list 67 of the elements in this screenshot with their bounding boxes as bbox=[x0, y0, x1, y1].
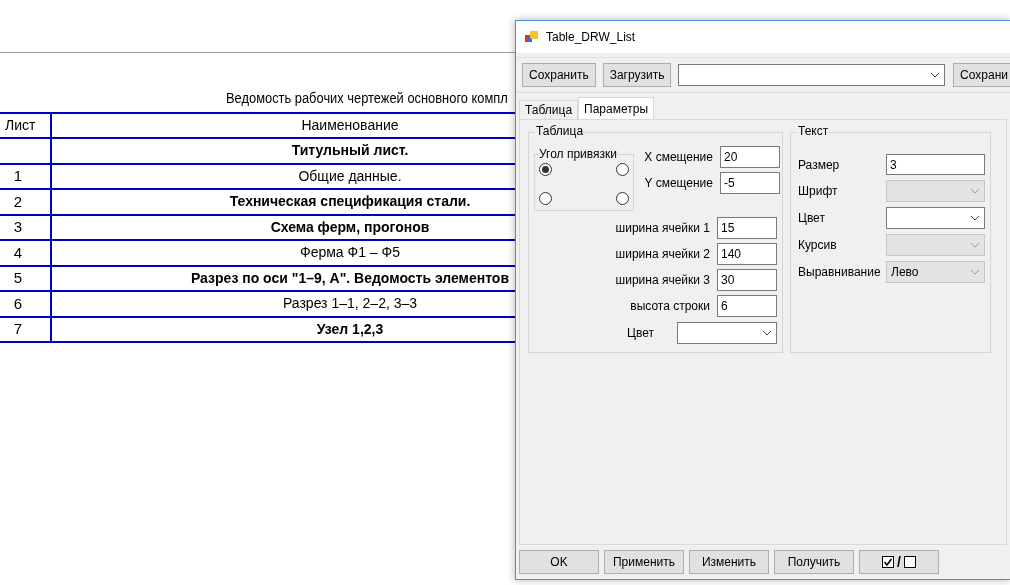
dropdown[interactable] bbox=[886, 207, 985, 229]
dropdown[interactable] bbox=[678, 64, 946, 86]
group-title: Текст bbox=[797, 125, 830, 137]
field-label: Y смещение bbox=[644, 175, 713, 192]
chevron-down-icon bbox=[970, 215, 980, 221]
chevron-down-icon bbox=[762, 330, 772, 336]
input-field[interactable]: 20 bbox=[720, 146, 780, 168]
field-label: X смещение bbox=[644, 149, 713, 166]
field-label: Шрифт bbox=[798, 183, 839, 200]
dialog-button[interactable]: Применить bbox=[604, 550, 684, 574]
sheet-name: Разрез по оси "1–9, А". Ведомость элементов bbox=[190, 268, 510, 288]
radio-button[interactable] bbox=[616, 192, 629, 205]
dialog-button[interactable]: Изменить bbox=[689, 550, 769, 574]
sheet-number: 7 bbox=[13, 319, 23, 339]
chevron-down-icon bbox=[970, 188, 980, 194]
input-field[interactable]: -5 bbox=[720, 172, 780, 194]
dialog-button[interactable]: Получить bbox=[774, 550, 854, 574]
input-field[interactable]: 15 bbox=[717, 217, 777, 239]
field-label: ширина ячейки 3 bbox=[615, 272, 710, 289]
empty-box-icon bbox=[903, 556, 916, 568]
radio-button[interactable] bbox=[539, 163, 552, 176]
toggle-all-button[interactable]: / bbox=[859, 550, 939, 574]
sheet-name: Техническая спецификация стали. bbox=[229, 192, 471, 212]
window-title: Table_DRW_List bbox=[546, 29, 636, 46]
field-label: Цвет bbox=[627, 325, 654, 342]
sheet-number: 2 bbox=[13, 191, 23, 212]
column-header: Наименование bbox=[301, 116, 399, 135]
sheet-number: 4 bbox=[13, 242, 23, 263]
sheet-number: 5 bbox=[13, 268, 23, 288]
column-header: Лист bbox=[5, 116, 36, 135]
field-label: Курсив bbox=[798, 237, 838, 254]
tab[interactable]: Таблица bbox=[519, 100, 579, 119]
group-title: Таблица bbox=[535, 125, 585, 137]
sheet-number: 6 bbox=[13, 293, 23, 314]
group-title: Угол привязки bbox=[539, 148, 617, 160]
sheet-number: 1 bbox=[13, 166, 23, 186]
field-label: ширина ячейки 1 bbox=[615, 220, 710, 237]
sheet-number: 3 bbox=[13, 217, 23, 237]
sheet-name: Ферма Ф1 – Ф5 bbox=[300, 243, 400, 263]
dropdown[interactable] bbox=[677, 322, 777, 344]
input-field[interactable]: 6 bbox=[717, 295, 777, 317]
chevron-down-icon bbox=[930, 72, 941, 78]
save-button[interactable]: Сохрани bbox=[953, 63, 1010, 87]
field-label: ширина ячейки 2 bbox=[615, 246, 710, 263]
sheet-name: Разрез 1–1, 2–2, 3–3 bbox=[282, 294, 418, 314]
drawing-title: Ведомость рабочих чертежей основного компл bbox=[226, 88, 508, 108]
dialog-button[interactable]: OK bbox=[519, 550, 599, 574]
sheet-name: Титульный лист. bbox=[291, 141, 409, 161]
input-field[interactable]: 140 bbox=[717, 243, 777, 265]
chevron-down-icon bbox=[970, 269, 980, 275]
field-label: Цвет bbox=[798, 210, 826, 227]
load-button[interactable]: Загрузить bbox=[602, 63, 672, 87]
radio-button[interactable] bbox=[539, 192, 552, 205]
field-label: высота строки bbox=[630, 298, 710, 315]
tab[interactable]: Параметры bbox=[578, 97, 655, 119]
field-label: Размер bbox=[798, 156, 841, 174]
chevron-down-icon bbox=[970, 242, 980, 248]
save-button[interactable]: Сохранить bbox=[522, 63, 596, 87]
input-field[interactable]: 30 bbox=[717, 269, 777, 291]
sheet-name: Общие данные. bbox=[298, 166, 402, 186]
field-label: Выравнивание bbox=[798, 264, 882, 281]
sheet-name: Схема ферм, прогонов bbox=[270, 217, 430, 237]
input-field[interactable]: 3 bbox=[886, 154, 985, 175]
app-icon bbox=[525, 30, 539, 44]
radio-button[interactable] bbox=[616, 163, 629, 176]
checked-box-icon bbox=[882, 556, 895, 568]
sheet-name: Узел 1,2,3 bbox=[316, 319, 384, 339]
